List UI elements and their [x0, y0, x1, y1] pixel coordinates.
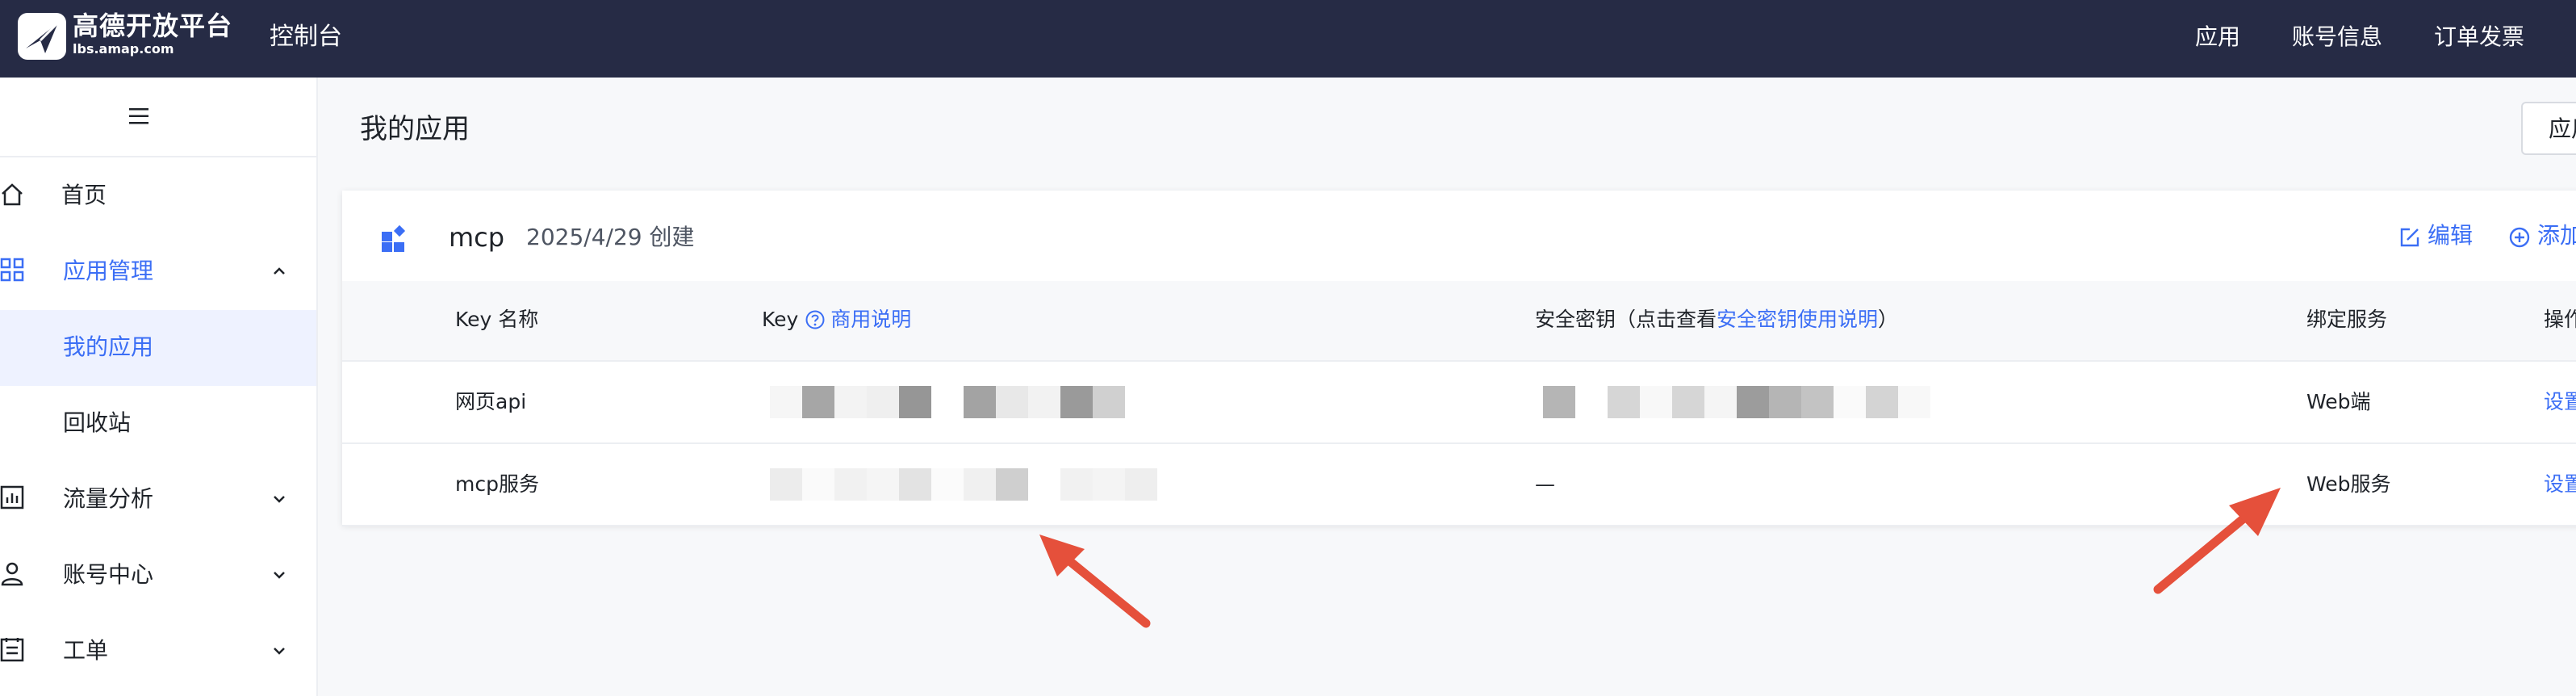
chevron-up-icon[interactable]	[270, 262, 289, 281]
sidebar-item-label: 应用管理	[63, 258, 154, 284]
sidebar-item-label: 账号中心	[63, 561, 154, 588]
sidebar-item-account-center[interactable]: 账号中心	[0, 538, 316, 614]
nav-orders-invoices[interactable]: 订单发票	[2434, 21, 2524, 53]
col-secret: 安全密钥（点击查看安全密钥使用说明）	[1535, 305, 1898, 334]
key-masked[interactable]	[770, 468, 1157, 501]
brand-name[interactable]: 高德开放平台	[73, 11, 232, 40]
sidebar-item-label: 我的应用	[63, 333, 154, 360]
create-app-button-label: 应用	[2549, 115, 2576, 142]
top-bar: 高德开放平台 lbs.amap.com 控制台 应用 账号信息 订单发票	[0, 0, 2576, 78]
home-icon	[0, 181, 27, 208]
settings-link[interactable]: 设置	[2544, 388, 2576, 417]
plus-circle-icon[interactable]	[2508, 226, 2531, 249]
sidebar-divider	[0, 156, 316, 157]
sidebar-item-label: 流量分析	[63, 485, 154, 512]
app-created-date: 2025/4/29 创建	[526, 224, 695, 250]
cell-secret: —	[1535, 472, 1555, 496]
brand-url: lbs.amap.com	[73, 41, 174, 57]
commercial-info-text: 商用说明	[830, 308, 912, 331]
grid-icon	[0, 257, 27, 284]
settings-link[interactable]: 设置	[2544, 470, 2576, 499]
chevron-down-icon[interactable]	[270, 641, 289, 660]
chart-icon	[0, 484, 27, 512]
cell-service: Web服务	[2306, 472, 2391, 496]
col-key: Key 商用说明	[762, 305, 911, 334]
create-app-button[interactable]: 应用	[2521, 102, 2576, 155]
secret-masked[interactable]	[1543, 386, 1930, 418]
add-key-button[interactable]: 添加	[2537, 220, 2576, 252]
col-key-label: Key	[762, 308, 799, 331]
col-key-name: Key 名称	[455, 308, 539, 331]
chevron-down-icon[interactable]	[270, 565, 289, 585]
col-ops: 操作	[2544, 308, 2576, 331]
cell-key-name: 网页api	[455, 390, 527, 413]
col-secret-suffix: ）	[1878, 308, 1899, 331]
nav-apps[interactable]: 应用	[2195, 21, 2240, 53]
edit-button[interactable]: 编辑	[2428, 220, 2473, 252]
sidebar-item-tickets[interactable]: 工单	[0, 614, 316, 690]
cell-key-name: mcp服务	[455, 472, 539, 496]
app-card: mcp 2025/4/29 创建 编辑 添加 Key 名称 Key 商用说明 安…	[342, 191, 2576, 526]
edit-icon[interactable]	[2398, 226, 2421, 249]
nav-account-info[interactable]: 账号信息	[2292, 21, 2382, 53]
annotation-arrow-icon	[2153, 488, 2281, 594]
hamburger-icon[interactable]	[128, 105, 150, 128]
sidebar-item-label: 首页	[61, 182, 107, 208]
sidebar-item-my-apps[interactable]: 我的应用	[0, 310, 316, 386]
sidebar-item-app-management[interactable]: 应用管理	[0, 234, 316, 310]
key-masked[interactable]	[770, 386, 1125, 418]
amap-logo-icon[interactable]	[18, 13, 66, 60]
annotation-arrow-icon	[1039, 535, 1151, 628]
console-title[interactable]: 控制台	[270, 21, 342, 53]
app-name: mcp	[449, 222, 505, 253]
sidebar-item-label: 工单	[63, 637, 109, 664]
user-icon	[0, 560, 27, 588]
sidebar-item-home[interactable]: 首页	[0, 158, 316, 234]
chevron-down-icon[interactable]	[270, 489, 289, 509]
table-row: 网页api Web端 设置	[342, 362, 2576, 444]
ticket-icon	[0, 636, 27, 664]
cell-service: Web端	[2306, 390, 2371, 413]
sidebar: 首页 应用管理 我的应用 回收站 流量分析 账号中心 工单	[0, 78, 318, 696]
app-icon	[381, 224, 408, 252]
secret-usage-link[interactable]: 安全密钥使用说明	[1717, 308, 1878, 331]
sidebar-item-recycle-bin[interactable]: 回收站	[0, 386, 316, 462]
table-header: Key 名称 Key 商用说明 安全密钥（点击查看安全密钥使用说明） 绑定服务 …	[342, 281, 2576, 362]
sidebar-item-label: 回收站	[63, 409, 132, 436]
help-circle-icon	[805, 310, 825, 329]
col-service: 绑定服务	[2306, 308, 2388, 331]
commercial-info-link[interactable]: 商用说明	[805, 308, 911, 331]
sidebar-item-traffic-analysis[interactable]: 流量分析	[0, 462, 316, 538]
page-title: 我的应用	[360, 113, 470, 145]
col-secret-prefix: 安全密钥（点击查看	[1535, 308, 1717, 331]
